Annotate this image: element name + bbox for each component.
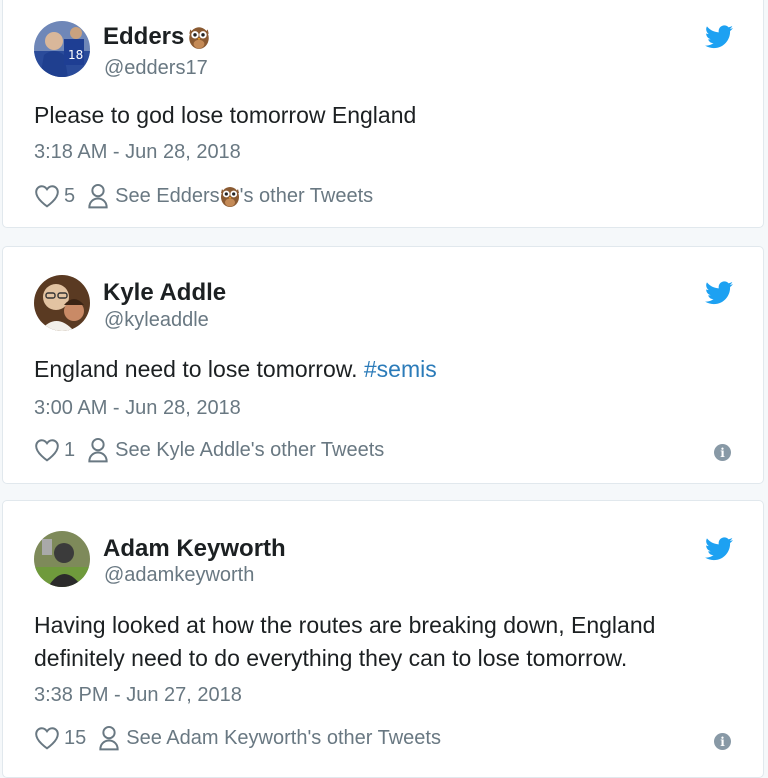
twitter-bird-icon[interactable] [705, 537, 733, 561]
display-name[interactable]: Kyle Addle [103, 279, 226, 307]
tweet-actions: 5 See Edders 's other Tweets [34, 183, 373, 209]
owl-icon [220, 184, 240, 208]
tweet-text-line: Having looked at how the routes are brea… [34, 612, 656, 638]
like-count[interactable]: 1 [64, 439, 75, 462]
person-icon [87, 183, 109, 209]
display-name[interactable]: Edders [103, 23, 210, 51]
person-icon [98, 725, 120, 751]
tweet-text: Please to god lose tomorrow England [34, 102, 417, 128]
tweet-timestamp[interactable]: 3:18 AM - Jun 28, 2018 [34, 141, 241, 164]
info-icon[interactable]: i [714, 733, 731, 750]
avatar[interactable] [34, 531, 90, 587]
tweet-text-line: definitely need to do everything they ca… [34, 645, 628, 671]
like-count[interactable]: 15 [64, 727, 86, 750]
heart-icon[interactable] [34, 726, 60, 750]
tweet-card[interactable]: Kyle Addle @kyleaddle England need to lo… [2, 246, 764, 484]
twitter-bird-icon[interactable] [705, 281, 733, 305]
avatar[interactable] [34, 275, 90, 331]
info-icon[interactable]: i [714, 444, 731, 461]
see-other-tweets-link[interactable]: See Kyle Addle's other Tweets [115, 439, 384, 462]
svg-text:18: 18 [68, 48, 83, 62]
see-other-tweets-link[interactable]: See Adam Keyworth's other Tweets [126, 727, 441, 750]
tweet-text-body: England need to lose tomorrow. [34, 356, 358, 382]
tweet-timestamp[interactable]: 3:38 PM - Jun 27, 2018 [34, 684, 242, 707]
user-handle[interactable]: @adamkeyworth [104, 564, 254, 587]
see-other-suffix[interactable]: 's other Tweets [240, 185, 374, 208]
tweet-text: England need to lose tomorrow. #semis [34, 353, 437, 386]
avatar[interactable]: 18 [34, 21, 90, 77]
tweet-text: Having looked at how the routes are brea… [34, 609, 655, 675]
person-icon [87, 437, 109, 463]
like-count[interactable]: 5 [64, 185, 75, 208]
tweet-card[interactable]: 18 Edders @edders17 Please to god lose t… [2, 0, 764, 228]
owl-icon [188, 24, 210, 50]
tweet-card[interactable]: Adam Keyworth @adamkeyworth Having looke… [2, 500, 764, 778]
heart-icon[interactable] [34, 184, 60, 208]
see-other-tweets-link[interactable]: See Edders 's other Tweets [115, 184, 373, 208]
user-handle[interactable]: @edders17 [104, 57, 208, 80]
see-other-prefix[interactable]: See Edders [115, 185, 220, 208]
display-name[interactable]: Adam Keyworth [103, 535, 286, 563]
display-name-text[interactable]: Edders [103, 23, 184, 51]
hashtag-link[interactable]: #semis [364, 356, 437, 382]
user-handle[interactable]: @kyleaddle [104, 309, 209, 332]
tweet-timestamp[interactable]: 3:00 AM - Jun 28, 2018 [34, 397, 241, 420]
tweet-actions: 1 See Kyle Addle's other Tweets [34, 437, 384, 463]
twitter-bird-icon[interactable] [705, 25, 733, 49]
tweet-actions: 15 See Adam Keyworth's other Tweets [34, 725, 441, 751]
heart-icon[interactable] [34, 438, 60, 462]
